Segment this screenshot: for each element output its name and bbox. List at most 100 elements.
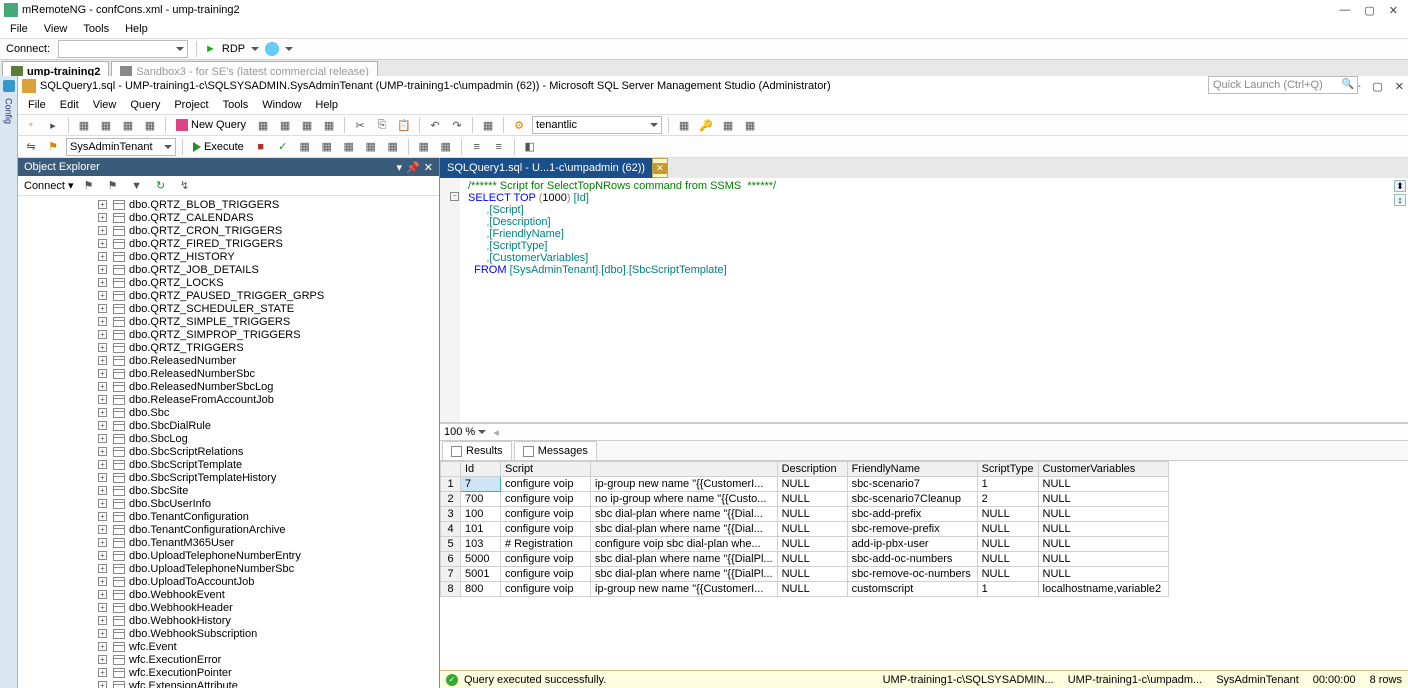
cell[interactable]: 3 bbox=[441, 507, 461, 522]
table-row[interactable]: 4101configure voipsbc dial-plan where na… bbox=[441, 522, 1169, 537]
split-icon[interactable]: ⬍ bbox=[1394, 180, 1406, 192]
tree-item[interactable]: +dbo.WebhookSubscription bbox=[18, 627, 439, 640]
key-icon[interactable]: 🔑 bbox=[697, 116, 715, 134]
cell[interactable]: NULL bbox=[977, 537, 1038, 552]
doc-tab-active[interactable]: SQLQuery1.sql - U...1-c\umpadmin (62)) bbox=[440, 158, 652, 178]
nav-back[interactable]: ◦ bbox=[22, 116, 40, 134]
paste-icon[interactable]: 📋 bbox=[395, 116, 413, 134]
expand-icon[interactable]: + bbox=[98, 304, 107, 313]
cell[interactable]: configure voip bbox=[501, 477, 591, 492]
tree-item[interactable]: +wfc.Event bbox=[18, 640, 439, 653]
expand-icon[interactable]: + bbox=[98, 629, 107, 638]
ssms-menu-window[interactable]: Window bbox=[262, 99, 301, 111]
cell[interactable]: configure voip bbox=[501, 522, 591, 537]
expand-icon[interactable]: + bbox=[98, 538, 107, 547]
cell[interactable]: 4 bbox=[441, 522, 461, 537]
tree-item[interactable]: +dbo.WebhookHeader bbox=[18, 601, 439, 614]
parse-icon[interactable]: ✓ bbox=[274, 138, 292, 156]
col-header[interactable] bbox=[441, 462, 461, 477]
expand-icon[interactable]: + bbox=[98, 356, 107, 365]
menu-view[interactable]: View bbox=[44, 23, 68, 35]
ssms-menu-help[interactable]: Help bbox=[315, 99, 338, 111]
ssms-menu-file[interactable]: File bbox=[28, 99, 46, 111]
expand-icon[interactable]: + bbox=[98, 317, 107, 326]
menu-help[interactable]: Help bbox=[125, 23, 148, 35]
tree-item[interactable]: +dbo.TenantM365User bbox=[18, 536, 439, 549]
ssms-maximize[interactable]: ▢ bbox=[1372, 80, 1382, 93]
expand-icon[interactable]: + bbox=[98, 564, 107, 573]
ssms-close[interactable]: ✕ bbox=[1395, 80, 1404, 93]
table-row[interactable]: 17configure voipip-group new name "{{Cus… bbox=[441, 477, 1169, 492]
cell[interactable]: NULL bbox=[977, 507, 1038, 522]
oe-filter[interactable]: ▼ bbox=[128, 177, 146, 195]
table-row[interactable]: 75001configure voipsbc dial-plan where n… bbox=[441, 567, 1169, 582]
cell[interactable]: 7 bbox=[461, 477, 501, 492]
tree-item[interactable]: +dbo.QRTZ_CALENDARS bbox=[18, 211, 439, 224]
minimize-button[interactable]: — bbox=[1339, 4, 1350, 17]
cell[interactable]: NULL bbox=[777, 477, 847, 492]
copy-icon[interactable]: ⎘ bbox=[373, 116, 391, 134]
cell[interactable]: add-ip-pbx-user bbox=[847, 537, 977, 552]
cell[interactable]: # Registration bbox=[501, 537, 591, 552]
cell[interactable]: NULL bbox=[1038, 567, 1168, 582]
tree-item[interactable]: +dbo.SbcSite bbox=[18, 484, 439, 497]
expand-icon[interactable]: + bbox=[98, 668, 107, 677]
zoom-value[interactable]: 100 % bbox=[444, 426, 475, 438]
ssms-menu-query[interactable]: Query bbox=[130, 99, 160, 111]
cell[interactable]: sbc dial-plan where name "{{Dial... bbox=[591, 507, 778, 522]
expand-icon[interactable]: + bbox=[98, 603, 107, 612]
oe-btn[interactable]: ↯ bbox=[176, 177, 194, 195]
expand-icon[interactable]: + bbox=[98, 590, 107, 599]
expand-icon[interactable]: + bbox=[98, 512, 107, 521]
tree-item[interactable]: +dbo.UploadTelephoneNumberEntry bbox=[18, 549, 439, 562]
col-header[interactable]: Description bbox=[777, 462, 847, 477]
tree-item[interactable]: +dbo.SbcLog bbox=[18, 432, 439, 445]
cell[interactable]: NULL bbox=[777, 522, 847, 537]
tree-item[interactable]: +dbo.SbcScriptTemplateHistory bbox=[18, 471, 439, 484]
expand-icon[interactable]: + bbox=[98, 226, 107, 235]
col-header[interactable]: CustomerVariables bbox=[1038, 462, 1168, 477]
expand-icon[interactable]: + bbox=[98, 252, 107, 261]
cell[interactable]: sbc-add-prefix bbox=[847, 507, 977, 522]
expand-icon[interactable]: + bbox=[98, 343, 107, 352]
expand-icon[interactable]: + bbox=[98, 369, 107, 378]
cell[interactable]: ip-group new name "{{CustomerI... bbox=[591, 477, 778, 492]
tree-item[interactable]: +dbo.Sbc bbox=[18, 406, 439, 419]
tree-item[interactable]: +dbo.ReleasedNumber bbox=[18, 354, 439, 367]
menu-file[interactable]: File bbox=[10, 23, 28, 35]
expand-icon[interactable]: + bbox=[98, 616, 107, 625]
dock-icon[interactable] bbox=[3, 80, 15, 92]
tree-item[interactable]: +dbo.WebhookEvent bbox=[18, 588, 439, 601]
zoom-dropdown[interactable] bbox=[478, 430, 486, 434]
cell[interactable]: NULL bbox=[777, 552, 847, 567]
cell[interactable]: configure voip sbc dial-plan whe... bbox=[591, 537, 778, 552]
oe-close[interactable]: ✕ bbox=[424, 161, 433, 174]
cell[interactable]: 8 bbox=[441, 582, 461, 597]
cell[interactable]: 7 bbox=[441, 567, 461, 582]
cell[interactable]: ip-group new name "{{CustomerI... bbox=[591, 582, 778, 597]
tree-item[interactable]: +dbo.QRTZ_SIMPLE_TRIGGERS bbox=[18, 315, 439, 328]
expand-icon[interactable]: + bbox=[98, 525, 107, 534]
cell[interactable]: 1 bbox=[441, 477, 461, 492]
cell[interactable]: NULL bbox=[777, 567, 847, 582]
cell[interactable]: 5000 bbox=[461, 552, 501, 567]
tree-item[interactable]: +dbo.QRTZ_PAUSED_TRIGGER_GRPS bbox=[18, 289, 439, 302]
oe-dropdown[interactable]: ▾ bbox=[397, 161, 403, 174]
tree-item[interactable]: +dbo.TenantConfigurationArchive bbox=[18, 523, 439, 536]
stop-icon[interactable]: ■ bbox=[252, 138, 270, 156]
cell[interactable]: no ip-group where name "{{Custo... bbox=[591, 492, 778, 507]
new-item[interactable]: ▦ bbox=[75, 116, 93, 134]
cell[interactable]: localhostname,variable2 bbox=[1038, 582, 1168, 597]
cell[interactable]: sbc-scenario7Cleanup bbox=[847, 492, 977, 507]
tree-item[interactable]: +dbo.SbcScriptRelations bbox=[18, 445, 439, 458]
oe-connect[interactable]: Connect ▾ bbox=[24, 179, 74, 192]
cut-icon[interactable]: ✂ bbox=[351, 116, 369, 134]
rdp-dropdown[interactable] bbox=[251, 47, 259, 51]
expand-icon[interactable]: + bbox=[98, 681, 107, 688]
tree-item[interactable]: +dbo.QRTZ_HISTORY bbox=[18, 250, 439, 263]
db-dropdown[interactable]: SysAdminTenant bbox=[66, 138, 176, 156]
expand-icon[interactable]: + bbox=[98, 486, 107, 495]
table-row[interactable]: 5103# Registrationconfigure voip sbc dia… bbox=[441, 537, 1169, 552]
results-grid[interactable]: IdScriptDescriptionFriendlyNameScriptTyp… bbox=[440, 461, 1408, 670]
oe-btn[interactable]: ⚑ bbox=[80, 177, 98, 195]
